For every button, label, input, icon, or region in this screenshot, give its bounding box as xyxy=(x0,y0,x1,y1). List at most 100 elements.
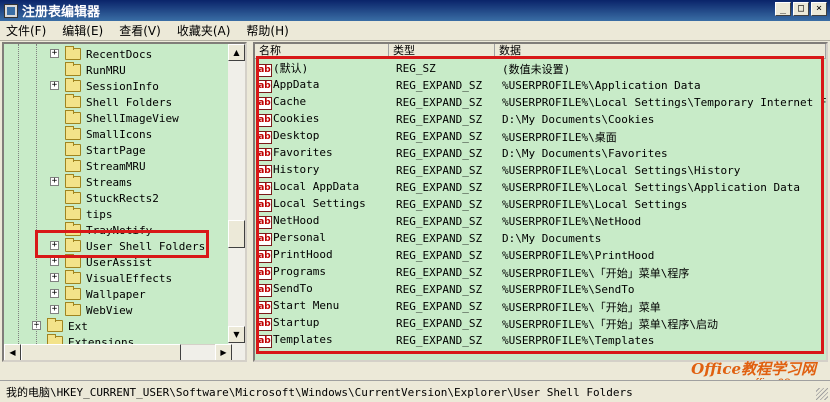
menu-favorites[interactable]: 收藏夹(A) xyxy=(177,22,231,39)
value-type: REG_EXPAND_SZ xyxy=(396,130,483,143)
folder-icon xyxy=(65,46,81,60)
expand-icon[interactable]: + xyxy=(50,273,59,282)
scroll-up-icon[interactable]: ▲ xyxy=(228,44,245,61)
value-row[interactable]: ab Favorites REG_EXPAND_SZ D:\My Documents\… xyxy=(257,145,822,162)
scroll-left-icon[interactable]: ◀ xyxy=(4,344,21,360)
value-data: %USERPROFILE%\PrintHood xyxy=(502,249,655,262)
tree-item[interactable]: TrayNotify xyxy=(65,222,152,238)
key-tree-pane[interactable]: + RecentDocs RunMRU + SessionInfo Shell Folde… xyxy=(2,42,247,362)
value-data: %USERPROFILE%\「开始」菜单\程序\启动 xyxy=(502,317,718,331)
maximize-button[interactable]: □ xyxy=(793,2,809,16)
tree-item[interactable]: + Wallpaper xyxy=(50,286,146,302)
value-data: %USERPROFILE%\SendTo xyxy=(502,283,635,296)
value-row[interactable]: ab SendTo REG_EXPAND_SZ %USERPROFILE%\SendT… xyxy=(257,281,822,298)
string-value-icon: ab xyxy=(257,318,272,331)
tree-horizontal-scrollbar[interactable]: ◀ ▶ xyxy=(4,344,232,360)
expand-icon[interactable]: + xyxy=(50,177,59,186)
column-header-data[interactable]: 数据 xyxy=(495,44,826,59)
value-data: %USERPROFILE%\Application Data xyxy=(502,79,701,92)
scroll-right-icon[interactable]: ▶ xyxy=(215,344,232,360)
values-list-pane[interactable]: 名称 类型 数据 ab (默认) REG_SZ (数值未设置) ab AppData REG… xyxy=(253,42,828,362)
value-type: REG_EXPAND_SZ xyxy=(396,300,483,313)
value-row[interactable]: ab Startup REG_EXPAND_SZ %USERPROFILE%\「开始」… xyxy=(257,315,822,332)
tree-item[interactable]: StreamMRU xyxy=(65,158,146,174)
expand-icon[interactable]: + xyxy=(50,81,59,90)
folder-icon xyxy=(47,318,63,332)
tree-item[interactable]: StartPage xyxy=(65,142,146,158)
expand-icon[interactable]: + xyxy=(50,241,59,250)
value-row[interactable]: ab History REG_EXPAND_SZ %USERPROFILE%\Loca… xyxy=(257,162,822,179)
value-row[interactable]: ab NetHood REG_EXPAND_SZ %USERPROFILE%\NetH… xyxy=(257,213,822,230)
tree-item-label: Wallpaper xyxy=(86,287,146,301)
close-button[interactable]: × xyxy=(811,2,827,16)
value-row[interactable]: ab Templates REG_EXPAND_SZ %USERPROFILE%\Te… xyxy=(257,332,822,349)
value-name-cell: ab AppData xyxy=(257,78,391,93)
title-bar: 注册表编辑器 _ □ × xyxy=(0,0,830,21)
menu-help[interactable]: 帮助(H) xyxy=(246,22,288,39)
resize-grip-icon[interactable] xyxy=(816,388,828,400)
value-name: Personal xyxy=(273,231,326,244)
tree-item[interactable]: + User Shell Folders xyxy=(50,238,205,254)
value-name-cell: ab Startup xyxy=(257,316,391,331)
value-row[interactable]: ab PrintHood REG_EXPAND_SZ %USERPROFILE%\Pr… xyxy=(257,247,822,264)
value-row[interactable]: ab (默认) REG_SZ (数值未设置) xyxy=(257,60,822,77)
value-row[interactable]: ab Start Menu REG_EXPAND_SZ %USERPROFILE%\「… xyxy=(257,298,822,315)
tree-item[interactable]: + VisualEffects xyxy=(50,270,172,286)
expand-icon[interactable]: + xyxy=(50,257,59,266)
tree-item[interactable]: tips xyxy=(65,206,113,222)
tree-vertical-scrollbar[interactable]: ▲ ▼ xyxy=(228,44,245,360)
value-row[interactable]: ab Local Settings REG_EXPAND_SZ %USERPROFIL… xyxy=(257,196,822,213)
tree-item[interactable]: RunMRU xyxy=(65,62,126,78)
tree-item[interactable]: Shell Folders xyxy=(65,94,172,110)
menu-file[interactable]: 文件(F) xyxy=(6,22,46,39)
tree-item[interactable]: + SessionInfo xyxy=(50,78,159,94)
value-name-cell: ab Programs xyxy=(257,265,391,280)
expand-icon[interactable]: + xyxy=(50,289,59,298)
value-row[interactable]: ab Programs REG_EXPAND_SZ %USERPROFILE%\「开始… xyxy=(257,264,822,281)
status-path: 我的电脑\HKEY_CURRENT_USER\Software\Microsof… xyxy=(6,385,633,399)
value-row[interactable]: ab Cache REG_EXPAND_SZ %USERPROFILE%\Local … xyxy=(257,94,826,111)
value-name: Start Menu xyxy=(273,299,340,312)
scroll-down-icon[interactable]: ▼ xyxy=(228,326,245,343)
value-type: REG_EXPAND_SZ xyxy=(396,181,483,194)
value-type: REG_EXPAND_SZ xyxy=(396,232,483,245)
expand-icon[interactable]: + xyxy=(50,305,59,314)
folder-icon xyxy=(65,158,81,172)
string-value-icon: ab xyxy=(257,199,272,212)
value-name: Local Settings xyxy=(273,197,366,210)
tree-scroll-thumb[interactable] xyxy=(228,220,245,248)
tree-item[interactable]: + Streams xyxy=(50,174,132,190)
folder-icon xyxy=(65,302,81,316)
tree-item[interactable]: + WebView xyxy=(50,302,132,318)
tree-item[interactable]: + UserAssist xyxy=(50,254,152,270)
value-data: %USERPROFILE%\「开始」菜单\程序 xyxy=(502,266,690,280)
value-row[interactable]: ab Local AppData REG_EXPAND_SZ %USERPROFILE… xyxy=(257,179,822,196)
value-type: REG_EXPAND_SZ xyxy=(396,334,483,347)
tree-item[interactable]: + RecentDocs xyxy=(50,46,152,62)
folder-icon xyxy=(65,78,81,92)
tree-item[interactable]: SmallIcons xyxy=(65,126,152,142)
tree-item[interactable]: + Ext xyxy=(32,318,88,334)
window-title: 注册表编辑器 xyxy=(22,5,101,20)
expand-icon[interactable]: + xyxy=(50,49,59,58)
value-name: Startup xyxy=(273,316,320,329)
tree-item[interactable]: ShellImageView xyxy=(65,110,179,126)
value-name: Templates xyxy=(273,333,333,346)
value-row[interactable]: ab AppData REG_EXPAND_SZ %USERPROFILE%\Appl… xyxy=(257,77,822,94)
menu-view[interactable]: 查看(V) xyxy=(119,22,161,39)
tree-item[interactable]: StuckRects2 xyxy=(65,190,159,206)
column-header-type[interactable]: 类型 xyxy=(389,44,495,59)
value-name-cell: ab NetHood xyxy=(257,214,391,229)
value-row[interactable]: ab Desktop REG_EXPAND_SZ %USERPROFILE%\桌面 xyxy=(257,128,822,145)
value-type: REG_EXPAND_SZ xyxy=(396,215,483,228)
menu-edit[interactable]: 编辑(E) xyxy=(62,22,103,39)
value-row[interactable]: ab Cookies REG_EXPAND_SZ D:\My Documents\Co… xyxy=(257,111,822,128)
value-type: REG_EXPAND_SZ xyxy=(396,113,483,126)
tree-hscroll-thumb[interactable] xyxy=(21,344,181,360)
value-name: NetHood xyxy=(273,214,320,227)
value-row[interactable]: ab Personal REG_EXPAND_SZ D:\My Documents xyxy=(257,230,822,247)
value-name-cell: ab Cache xyxy=(257,95,391,110)
column-header-name[interactable]: 名称 xyxy=(255,44,389,59)
value-name-cell: ab (默认) xyxy=(257,60,391,77)
minimize-button[interactable]: _ xyxy=(775,2,791,16)
